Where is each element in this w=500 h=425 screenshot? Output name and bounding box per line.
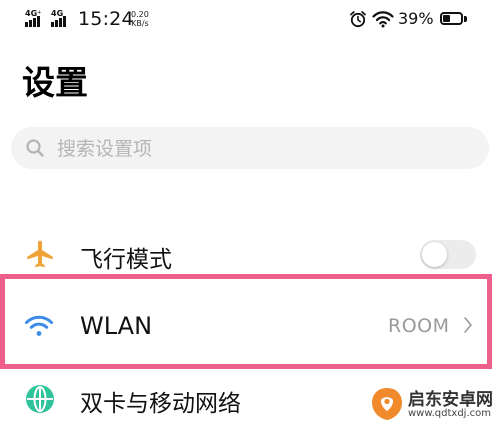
network-speed-value: 0.20	[131, 10, 149, 19]
battery-tip	[464, 16, 467, 22]
watermark: 启东安卓网 www.qdtxdj.com	[370, 384, 498, 424]
signal-strength-icon: 4G	[51, 9, 77, 29]
search-input[interactable]	[55, 133, 459, 165]
page-title: 设置	[22, 63, 88, 102]
battery-percent: 39%	[398, 9, 434, 28]
watermark-name: 启东安卓网	[408, 390, 493, 410]
wlan-highlight-frame	[0, 274, 492, 369]
dual-sim-label: 双卡与移动网络	[80, 391, 241, 417]
airplane-icon	[27, 240, 53, 268]
network-speed-unit: KB/s	[131, 19, 149, 28]
globe-icon	[26, 385, 54, 413]
status-bar: 4G⁺ 4G 15:24 0.20 KB/s 39%	[0, 0, 500, 40]
network-speed: 0.20 KB/s	[131, 10, 149, 28]
wifi-status-icon	[372, 11, 394, 28]
search-icon	[26, 139, 44, 157]
watermark-logo-icon	[372, 388, 402, 420]
toggle-knob	[422, 242, 447, 267]
battery-level-fill	[443, 15, 450, 22]
search-bar[interactable]	[11, 127, 489, 169]
signal-strength-icon: 4G⁺	[25, 9, 51, 29]
airplane-mode-label: 飞行模式	[80, 247, 172, 273]
settings-item-airplane-mode[interactable]: 飞行模式	[0, 230, 500, 278]
status-time: 15:24	[78, 8, 134, 30]
watermark-url: www.qdtxdj.com	[408, 408, 491, 419]
alarm-icon	[350, 11, 366, 28]
battery-icon	[440, 12, 463, 25]
airplane-mode-toggle[interactable]	[420, 240, 476, 269]
